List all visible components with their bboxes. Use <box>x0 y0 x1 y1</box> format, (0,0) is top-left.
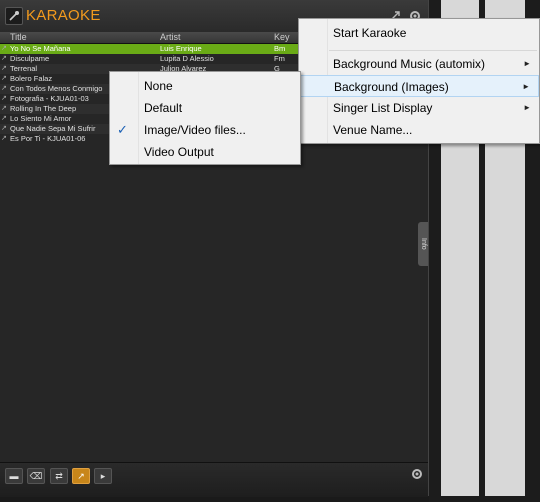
microphone-icon: ↗ <box>1 55 7 62</box>
row-title: Con Todos Menos Conmigo <box>10 84 103 93</box>
menu-item-background-images[interactable]: Background (Images) ► <box>299 75 539 97</box>
column-artist[interactable]: Artist <box>160 32 181 43</box>
submenu-arrow-icon: ► <box>523 59 531 68</box>
submenu-arrow-icon: ► <box>523 103 531 112</box>
microphone-toggle-icon[interactable]: ↗ <box>72 468 90 484</box>
add-to-list-icon[interactable]: ▸ <box>94 468 112 484</box>
row-title: Yo No Se Mañana <box>10 44 71 53</box>
microphone-icon: ↗ <box>1 105 7 112</box>
row-artist: Lupita D Alessio <box>160 54 214 63</box>
menu-item-label: Singer List Display <box>333 101 433 115</box>
submenu-arrow-icon: ► <box>522 82 530 91</box>
submenu-item-none[interactable]: None <box>110 75 300 97</box>
menu-item-singer-list-display[interactable]: Singer List Display ► <box>299 97 539 119</box>
microphone-icon: ↗ <box>1 75 7 82</box>
column-key[interactable]: Key <box>274 32 290 43</box>
background-images-submenu: None Default ✓ Image/Video files... Vide… <box>109 71 301 165</box>
row-title: Lo Siento Mi Amor <box>10 114 72 123</box>
row-title: Fotografia - KJUA01-03 <box>10 94 89 103</box>
row-title: Bolero Falaz <box>10 74 53 83</box>
check-icon: ✓ <box>117 122 128 137</box>
row-artist: Luis Enrique <box>160 44 202 53</box>
row-title: Es Por Ti - KJUA01-06 <box>10 134 86 143</box>
context-menu: Start Karaoke Background Music (automix)… <box>298 18 540 144</box>
shuffle-icon[interactable]: ⇄ <box>50 468 68 484</box>
panel-title: KARAOKE <box>26 7 101 24</box>
trash-icon[interactable]: ⌫ <box>27 468 45 484</box>
microphone-icon[interactable] <box>5 7 23 25</box>
microphone-icon: ↗ <box>1 45 7 52</box>
microphone-icon: ↗ <box>1 95 7 102</box>
menu-item-label: Background Music (automix) <box>333 57 486 71</box>
menu-item-label: Venue Name... <box>333 123 413 137</box>
row-key: Bm <box>274 44 286 53</box>
microphone-icon: ↗ <box>1 115 7 122</box>
microphone-icon: ↗ <box>1 125 7 132</box>
column-title[interactable]: Title <box>10 32 27 43</box>
menu-item-label: Video Output <box>144 145 214 159</box>
row-title: Que Nadie Sepa Mi Sufrir <box>10 124 96 133</box>
row-title: Disculpame <box>10 54 50 63</box>
menu-item-label: None <box>144 79 173 93</box>
menu-item-label: Image/Video files... <box>144 123 246 137</box>
row-key: Fm <box>274 54 285 63</box>
submenu-item-default[interactable]: Default <box>110 97 300 119</box>
menu-item-label: Start Karaoke <box>333 26 407 40</box>
menu-item-start-karaoke[interactable]: Start Karaoke <box>299 22 539 44</box>
footer-gear-icon[interactable] <box>410 467 424 481</box>
row-title: Terrenal <box>10 64 38 73</box>
microphone-icon: ↗ <box>1 85 7 92</box>
menu-item-venue-name[interactable]: Venue Name... <box>299 119 539 141</box>
submenu-item-image-video-files[interactable]: ✓ Image/Video files... <box>110 119 300 141</box>
menu-separator <box>329 50 537 51</box>
remove-icon[interactable]: ▬ <box>5 468 23 484</box>
row-title: Rolling In The Deep <box>10 104 77 113</box>
menu-item-label: Background (Images) <box>334 80 449 94</box>
info-tab[interactable]: Info <box>418 222 428 266</box>
microphone-icon: ↗ <box>1 135 7 142</box>
menu-item-label: Default <box>144 101 183 115</box>
submenu-item-video-output[interactable]: Video Output <box>110 141 300 163</box>
menu-item-background-music[interactable]: Background Music (automix) ► <box>299 53 539 75</box>
microphone-icon: ↗ <box>1 65 7 72</box>
